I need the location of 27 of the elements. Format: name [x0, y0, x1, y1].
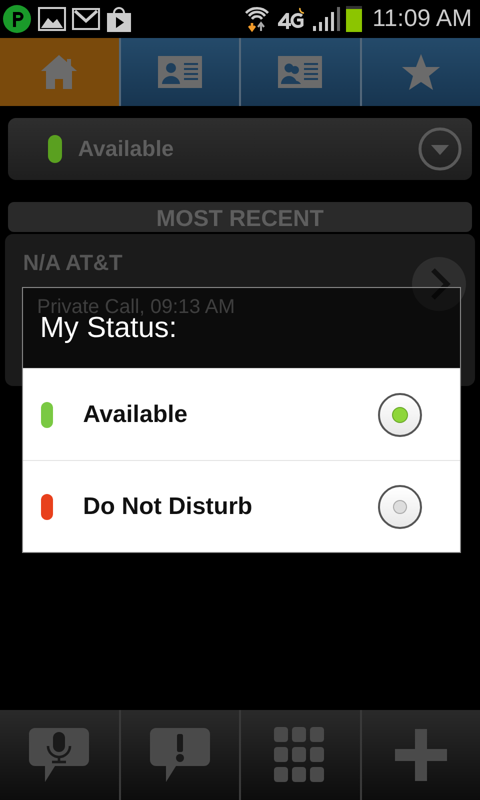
- radio-button[interactable]: [378, 484, 422, 528]
- battery-icon: [346, 6, 362, 32]
- clock: 11:09 AM: [372, 5, 472, 33]
- star-icon: [400, 53, 441, 91]
- store-icon: [106, 5, 132, 33]
- group-card-icon: [278, 56, 322, 88]
- contact-card-icon: [158, 56, 202, 88]
- status-option[interactable]: Do Not Disturb: [23, 460, 460, 552]
- microphone-bubble-icon: [27, 726, 92, 784]
- option-label: Available: [83, 400, 188, 428]
- option-label: Do Not Disturb: [83, 492, 254, 520]
- wifi-icon: [244, 5, 270, 33]
- dropdown-icon: [418, 127, 462, 171]
- caller-name: N/A AT&T: [23, 250, 124, 276]
- mail-icon: [72, 8, 100, 30]
- plus-icon: [392, 727, 449, 783]
- dialpad-icon: [274, 727, 326, 783]
- home-icon: [39, 53, 80, 91]
- signal-icon: [312, 6, 340, 32]
- image-icon: [38, 7, 66, 31]
- alert-bubble-icon: [148, 726, 212, 784]
- chevron-right-icon: [411, 256, 467, 312]
- status-label: Available: [78, 136, 175, 162]
- tab[interactable]: [0, 38, 120, 106]
- status-option[interactable]: Available: [23, 368, 460, 460]
- network-4g-icon: [276, 7, 306, 31]
- radio-button[interactable]: [378, 392, 422, 436]
